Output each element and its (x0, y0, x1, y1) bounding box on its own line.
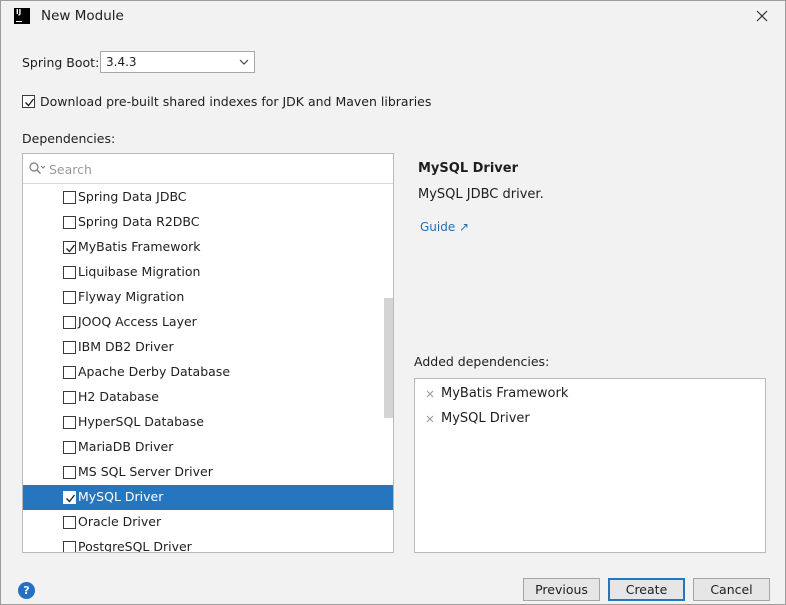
dependencies-label: Dependencies: (22, 131, 116, 146)
checkmark-icon (66, 494, 76, 503)
help-button[interactable]: ? (18, 582, 35, 599)
search-bar (23, 154, 393, 184)
close-button[interactable] (749, 3, 775, 29)
dependency-checkbox[interactable] (63, 391, 76, 404)
new-module-dialog: IJ New Module Spring Boot: 3.4.3 Downloa… (0, 0, 786, 605)
dependency-label: Flyway Migration (78, 289, 185, 304)
dependency-label: IBM DB2 Driver (78, 339, 174, 354)
dependency-label: MariaDB Driver (78, 439, 174, 454)
dependency-label: JOOQ Access Layer (78, 314, 197, 329)
dependency-row[interactable]: Flyway Migration (23, 285, 393, 310)
cancel-button-label: Cancel (710, 582, 753, 597)
search-icon (29, 162, 45, 174)
dependency-checkbox[interactable] (63, 216, 76, 229)
dependency-label: PostgreSQL Driver (78, 539, 192, 553)
dependency-label: MyBatis Framework (78, 239, 201, 254)
dependencies-list: Spring Data JDBC Spring Data R2DBC MyBatis… (22, 153, 394, 553)
spring-boot-version-select[interactable]: 3.4.3 (100, 51, 255, 73)
dependency-checkbox[interactable] (63, 516, 76, 529)
dependency-row[interactable]: MySQL Driver (23, 485, 393, 510)
dependency-label: MySQL Driver (78, 489, 164, 504)
dependency-row[interactable]: JOOQ Access Layer (23, 310, 393, 335)
dependency-checkbox[interactable] (63, 341, 76, 354)
dependency-row[interactable]: PostgreSQL Driver (23, 535, 393, 553)
spring-boot-version-value: 3.4.3 (106, 55, 137, 69)
dependency-checkbox[interactable] (63, 416, 76, 429)
dependency-checkbox[interactable] (63, 366, 76, 379)
spring-boot-label: Spring Boot: (22, 55, 100, 70)
detail-description: MySQL JDBC driver. (418, 187, 544, 202)
dependency-row[interactable]: Spring Data R2DBC (23, 210, 393, 235)
close-icon (756, 10, 768, 22)
dependency-row[interactable]: HyperSQL Database (23, 410, 393, 435)
detail-title: MySQL Driver (418, 161, 518, 176)
intellij-app-icon: IJ (14, 8, 30, 24)
added-dependency-item: MySQL Driver (415, 409, 765, 431)
dependency-checkbox[interactable] (63, 291, 76, 304)
dependency-row[interactable]: IBM DB2 Driver (23, 335, 393, 360)
dependency-row[interactable]: MyBatis Framework (23, 235, 393, 260)
dependency-label: Liquibase Migration (78, 264, 201, 279)
dependency-label: H2 Database (78, 389, 159, 404)
dependency-label: HyperSQL Database (78, 414, 204, 429)
create-button[interactable]: Create (608, 578, 685, 601)
previous-button-label: Previous (535, 582, 588, 597)
dependency-row[interactable]: Spring Data JDBC (23, 185, 393, 210)
cancel-button[interactable]: Cancel (693, 578, 770, 601)
previous-button[interactable]: Previous (523, 578, 600, 601)
dependency-label: MS SQL Server Driver (78, 464, 213, 479)
dependency-checkbox[interactable] (63, 441, 76, 454)
dependency-checkbox[interactable] (63, 541, 76, 552)
scrollbar-thumb[interactable] (384, 298, 393, 418)
added-dependencies-list: MyBatis Framework MySQL Driver (414, 378, 766, 553)
checkmark-icon (25, 98, 35, 107)
dependency-checkbox[interactable] (63, 316, 76, 329)
dependency-checkbox[interactable] (63, 491, 76, 504)
dependency-row[interactable]: Apache Derby Database (23, 360, 393, 385)
title-bar: IJ New Module (1, 1, 785, 33)
dependency-row[interactable]: H2 Database (23, 385, 393, 410)
dependency-label: Spring Data R2DBC (78, 214, 200, 229)
dependency-label: Spring Data JDBC (78, 189, 187, 204)
shared-indexes-label: Download pre-built shared indexes for JD… (40, 94, 432, 109)
dependency-row[interactable]: MariaDB Driver (23, 435, 393, 460)
dependency-checkbox[interactable] (63, 191, 76, 204)
search-input[interactable] (49, 159, 379, 179)
dependency-checkbox[interactable] (63, 266, 76, 279)
dependency-checkbox[interactable] (63, 241, 76, 254)
dependency-label: Oracle Driver (78, 514, 162, 529)
window-title: New Module (41, 8, 124, 24)
guide-link[interactable]: Guide ↗ (420, 220, 469, 234)
chevron-down-icon (239, 59, 249, 65)
added-dependency-item: MyBatis Framework (415, 384, 765, 406)
remove-icon[interactable] (424, 412, 438, 426)
dependency-checkbox[interactable] (63, 466, 76, 479)
added-dependency-label: MySQL Driver (441, 411, 530, 426)
dependency-row[interactable]: MS SQL Server Driver (23, 460, 393, 485)
create-button-label: Create (625, 582, 668, 597)
dependency-label: Apache Derby Database (78, 364, 231, 379)
dependency-row[interactable]: Oracle Driver (23, 510, 393, 535)
added-dependencies-label: Added dependencies: (414, 354, 550, 369)
shared-indexes-checkbox[interactable] (22, 95, 35, 108)
dependency-row[interactable]: Liquibase Migration (23, 260, 393, 285)
remove-icon[interactable] (424, 387, 438, 401)
dependency-rows: Spring Data JDBC Spring Data R2DBC MyBatis… (23, 185, 393, 553)
added-dependency-label: MyBatis Framework (441, 386, 569, 401)
checkmark-icon (66, 244, 76, 253)
